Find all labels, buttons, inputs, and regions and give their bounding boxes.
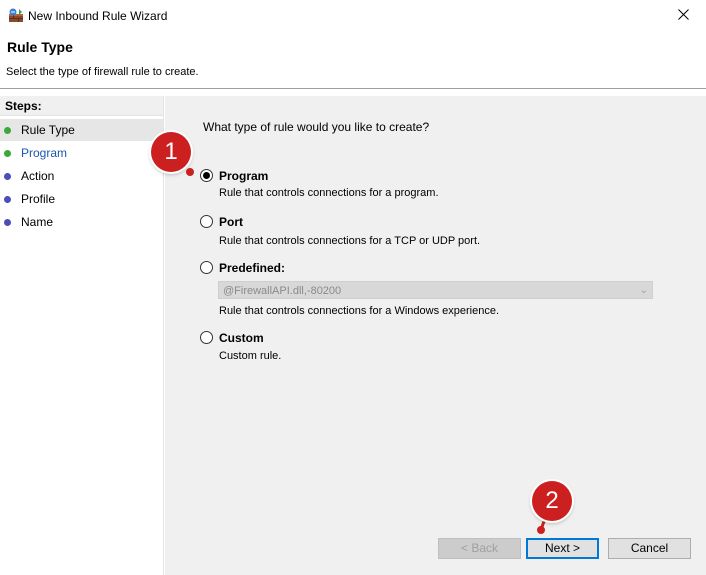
port-radio[interactable] [200, 215, 213, 228]
rule-type-question: What type of rule would you like to crea… [203, 120, 430, 134]
custom-option-label[interactable]: Custom [219, 331, 264, 345]
port-option-label[interactable]: Port [219, 215, 243, 229]
wizard-header: Rule Type Select the type of firewall ru… [0, 31, 706, 89]
annotation-pointer-dot [537, 526, 545, 534]
next-button[interactable]: Next > [526, 538, 599, 559]
step-program[interactable]: Program [0, 142, 163, 164]
step-label: Action [21, 169, 55, 183]
chevron-down-icon: ⌄ [639, 285, 648, 296]
step-profile[interactable]: Profile [0, 188, 163, 210]
predefined-rule-select[interactable]: @FirewallAPI.dll,-80200 ⌄ [218, 281, 653, 299]
step-label: Program [21, 146, 68, 160]
program-radio[interactable] [200, 169, 213, 182]
cancel-button[interactable]: Cancel [608, 538, 691, 559]
predefined-select-value: @FirewallAPI.dll,-80200 [223, 285, 342, 297]
close-button[interactable] [660, 0, 706, 31]
custom-radio[interactable] [200, 331, 213, 344]
port-option-description: Rule that controls connections for a TCP… [219, 235, 481, 247]
program-option-label[interactable]: Program [219, 169, 268, 183]
step-pending-dot-icon [4, 196, 11, 203]
window-title: New Inbound Rule Wizard [28, 9, 168, 23]
step-complete-dot-icon [4, 150, 11, 157]
step-rule-type[interactable]: Rule Type [0, 119, 163, 141]
page-subtitle: Select the type of firewall rule to crea… [6, 66, 199, 78]
title-bar: New Inbound Rule Wizard [0, 0, 706, 31]
header-divider [0, 88, 706, 89]
step-label: Name [21, 215, 54, 229]
annotation-badge-2: 2 [532, 481, 572, 521]
step-label: Rule Type [21, 123, 75, 137]
annotation-badge-1: 1 [151, 132, 191, 172]
steps-sidebar: Steps: Rule Type Program Action Profile … [0, 96, 164, 575]
step-action[interactable]: Action [0, 165, 163, 187]
step-pending-dot-icon [4, 173, 11, 180]
close-icon [677, 8, 689, 23]
step-name[interactable]: Name [0, 211, 163, 233]
predefined-option-label[interactable]: Predefined: [219, 261, 285, 275]
steps-label: Steps: [0, 96, 163, 116]
step-pending-dot-icon [4, 219, 11, 226]
annotation-pointer-dot [186, 168, 194, 176]
predefined-radio[interactable] [200, 261, 213, 274]
rule-type-panel: What type of rule would you like to crea… [165, 96, 706, 575]
firewall-wizard-icon [8, 8, 24, 23]
page-title: Rule Type [7, 39, 73, 55]
program-option-description: Rule that controls connections for a pro… [219, 187, 439, 199]
predefined-option-description: Rule that controls connections for a Win… [219, 305, 500, 317]
custom-option-description: Custom rule. [219, 350, 282, 362]
step-complete-dot-icon [4, 127, 11, 134]
back-button[interactable]: < Back [438, 538, 521, 559]
step-label: Profile [21, 192, 56, 206]
